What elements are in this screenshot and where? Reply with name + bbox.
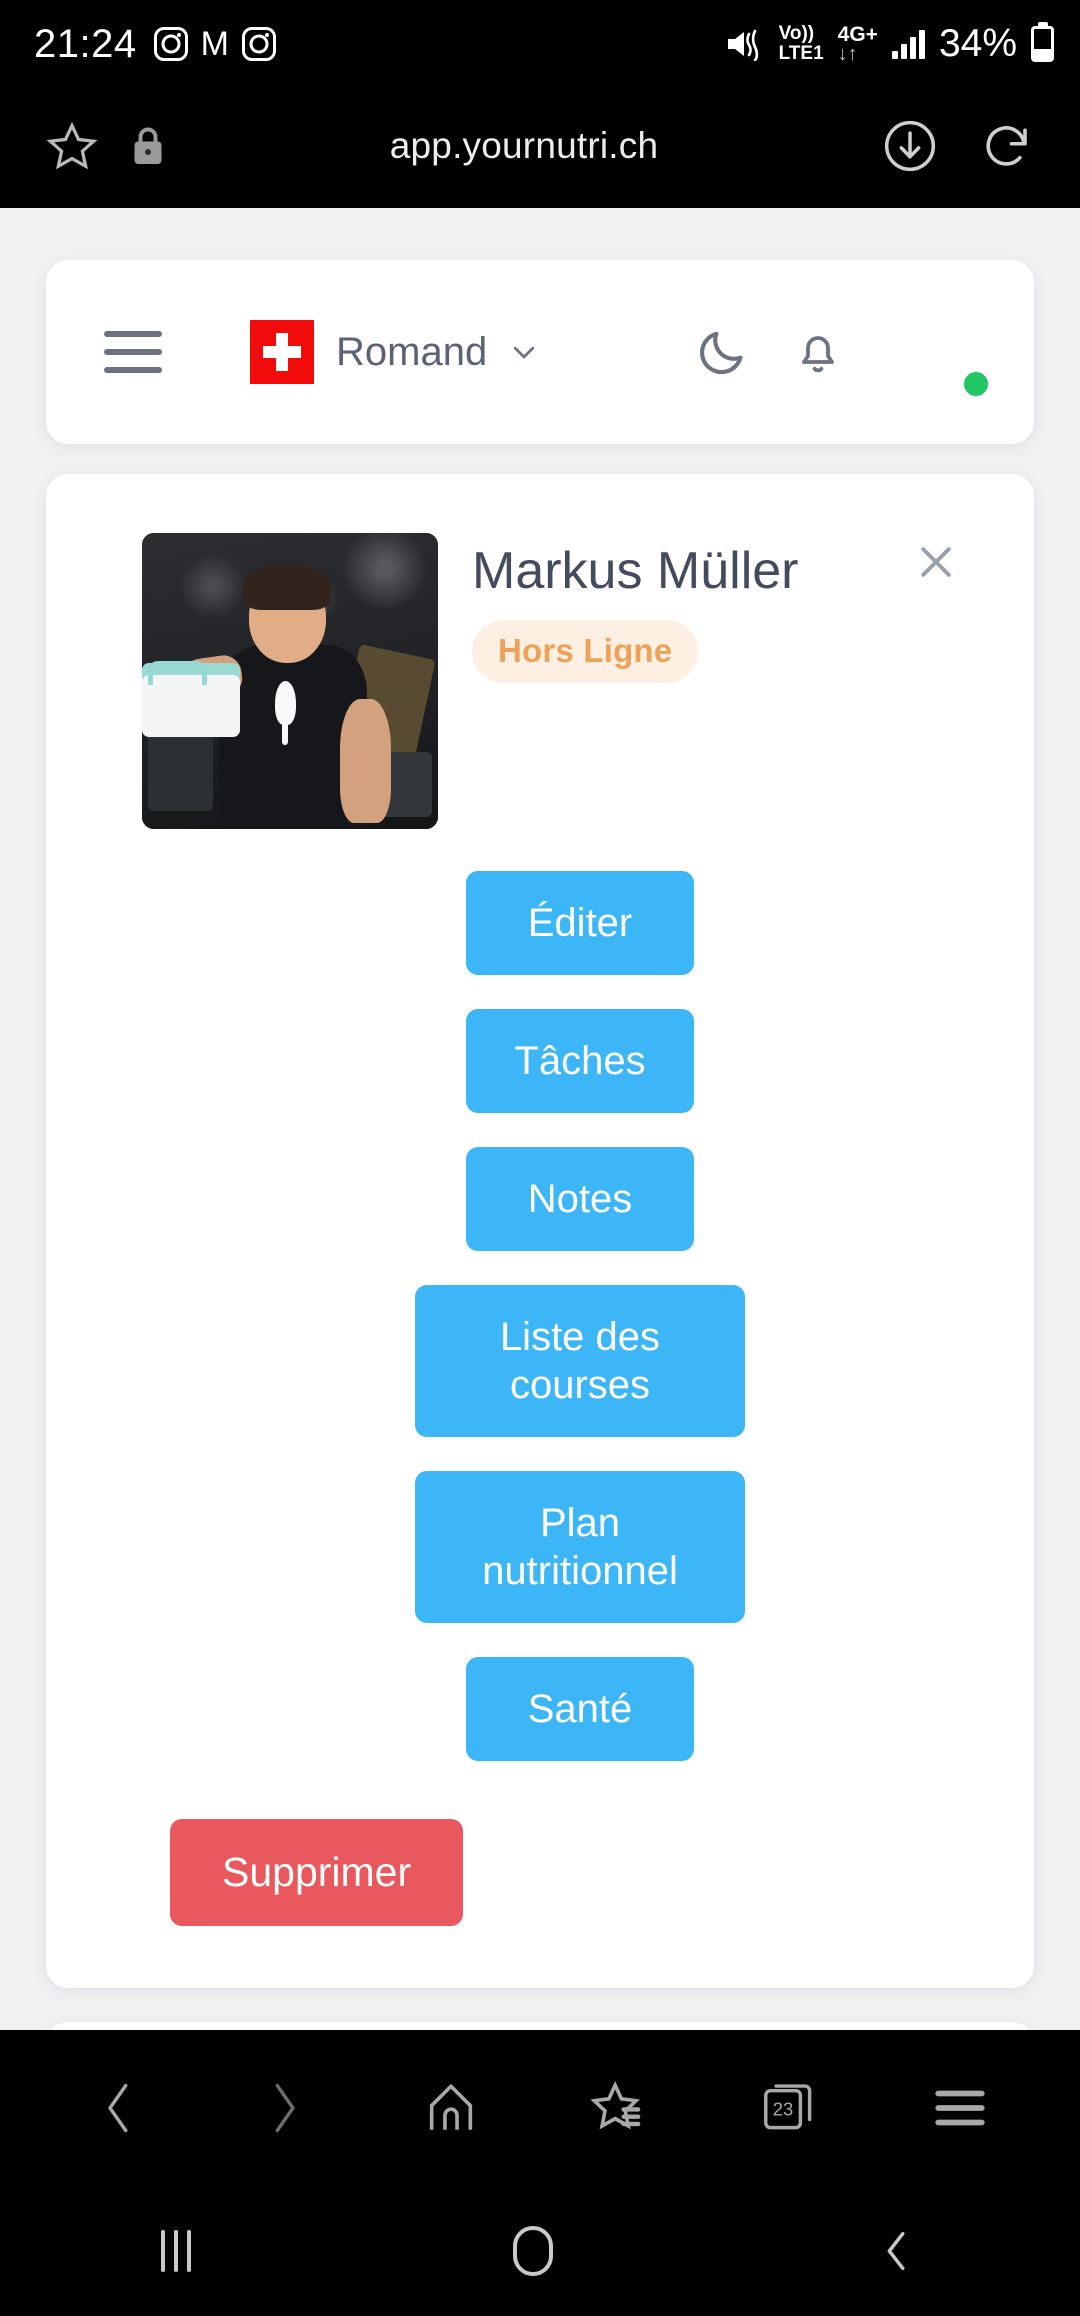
status-clock: 21:24 xyxy=(34,21,137,66)
shopping-list-button[interactable]: Liste des courses xyxy=(415,1285,745,1437)
back-arrow-icon[interactable] xyxy=(92,2078,146,2138)
forward-arrow-icon[interactable] xyxy=(257,2078,311,2138)
home-circle-icon[interactable] xyxy=(513,2226,553,2276)
home-icon[interactable] xyxy=(422,2079,480,2137)
status-badge: Hors Ligne xyxy=(472,620,699,683)
volte-indicator: Vo)) LTE1 xyxy=(779,24,824,64)
lock-icon xyxy=(98,124,166,168)
moon-icon[interactable] xyxy=(696,326,748,378)
chevron-down-icon xyxy=(514,346,535,359)
volte-line-2: LTE1 xyxy=(778,43,824,64)
tasks-button[interactable]: Tâches xyxy=(466,1009,694,1113)
client-info: Markus Müller Hors Ligne xyxy=(438,520,994,683)
browser-bottom-toolbar: 23 xyxy=(0,2030,1080,2186)
volume-mute-icon xyxy=(727,29,758,61)
online-status-dot xyxy=(960,368,992,400)
android-status-bar: 21:24 M Vo)) LTE1 4G+ ↓↑ 34% xyxy=(0,0,1080,88)
notes-button[interactable]: Notes xyxy=(466,1147,694,1251)
android-nav-bar xyxy=(0,2186,1080,2316)
star-list-icon[interactable] xyxy=(590,2079,649,2137)
client-header: Markus Müller Hors Ligne xyxy=(86,520,994,829)
url-text[interactable]: app.yournutri.ch xyxy=(166,125,882,167)
recents-icon[interactable] xyxy=(161,2230,191,2272)
battery-percent-label: 34% xyxy=(938,22,1017,65)
tabs-icon[interactable]: 23 xyxy=(760,2079,820,2137)
browser-menu-icon[interactable] xyxy=(931,2083,989,2133)
bell-icon[interactable] xyxy=(794,325,842,379)
instagram-icon xyxy=(153,27,188,61)
health-button[interactable]: Santé xyxy=(466,1657,694,1761)
hamburger-menu-icon[interactable] xyxy=(104,331,162,373)
gmail-icon: M xyxy=(200,25,229,63)
close-icon[interactable] xyxy=(914,540,958,584)
language-selector[interactable]: Romand xyxy=(250,320,539,384)
client-name: Markus Müller xyxy=(472,542,799,600)
network-indicator: 4G+ ↓↑ xyxy=(838,24,878,64)
next-client-card-partial[interactable] xyxy=(46,2022,1034,2030)
status-system-icons: Vo)) LTE1 4G+ ↓↑ 34% xyxy=(725,22,1054,66)
client-photo xyxy=(142,533,438,829)
bookmark-star-icon[interactable] xyxy=(46,120,98,172)
delete-button[interactable]: Supprimer xyxy=(170,1819,464,1926)
status-notification-icons: M xyxy=(153,25,276,63)
data-transfer-arrows-icon: ↓↑ xyxy=(837,43,858,65)
app-header-bar: Romand xyxy=(46,260,1034,444)
battery-icon xyxy=(1031,26,1054,62)
phone-screen: 21:24 M Vo)) LTE1 4G+ ↓↑ 34% app.yournut… xyxy=(0,0,1080,2316)
browser-url-bar[interactable]: app.yournutri.ch xyxy=(0,88,1080,204)
client-detail-card: Markus Müller Hors Ligne Éditer Tâches N… xyxy=(46,474,1034,1988)
avatar[interactable] xyxy=(894,304,992,400)
language-label: Romand xyxy=(336,329,488,374)
header-actions xyxy=(696,304,992,400)
instagram-icon xyxy=(241,27,276,61)
delete-row: Supprimer xyxy=(86,1819,994,1926)
signal-bars-icon xyxy=(891,29,925,59)
download-circle-icon[interactable] xyxy=(882,118,938,174)
network-type-label: 4G+ xyxy=(837,23,878,46)
edit-button[interactable]: Éditer xyxy=(466,871,694,975)
swiss-flag-icon xyxy=(250,320,314,384)
back-chevron-icon[interactable] xyxy=(875,2226,919,2276)
client-action-buttons: Éditer Tâches Notes Liste des courses Pl… xyxy=(86,871,994,1761)
web-page-content: Romand Markus Müller Hors Ligne Éditer T… xyxy=(0,208,1080,2030)
nutrition-plan-button[interactable]: Plan nutritionnel xyxy=(415,1471,745,1623)
reload-icon[interactable] xyxy=(938,119,1034,173)
tabs-count-label: 23 xyxy=(772,2099,793,2120)
volte-line-1: Vo)) xyxy=(778,23,815,44)
